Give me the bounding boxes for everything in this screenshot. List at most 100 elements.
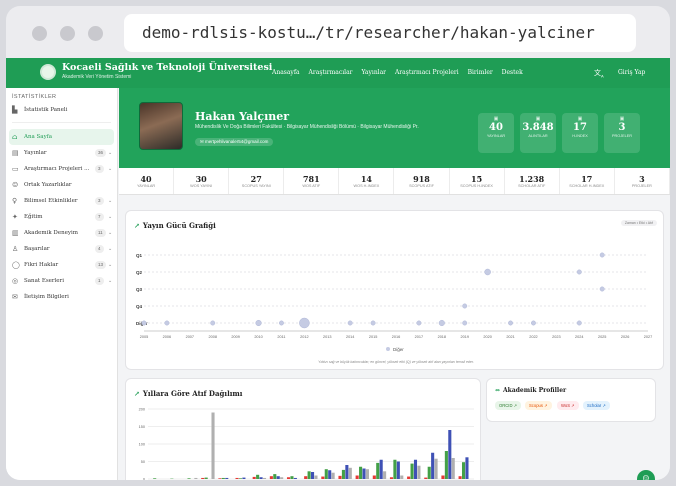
- bar[interactable]: [273, 474, 277, 479]
- sidebar-item-3[interactable]: ☺ Ortak Yazarlıklar: [6, 177, 117, 193]
- chevron-down-icon[interactable]: ⌄: [108, 145, 112, 161]
- bar[interactable]: [259, 477, 263, 479]
- nav-destek[interactable]: Destek: [502, 69, 523, 76]
- chevron-down-icon[interactable]: ⌄: [108, 225, 112, 241]
- profile-link-2[interactable]: WoS ↗: [557, 401, 579, 410]
- bar[interactable]: [417, 465, 421, 479]
- window-minimize-button[interactable]: [60, 26, 75, 41]
- bar[interactable]: [211, 412, 215, 480]
- bar[interactable]: [362, 468, 366, 480]
- data-point[interactable]: [484, 268, 491, 276]
- data-point[interactable]: [299, 317, 310, 329]
- nav-birimler[interactable]: Birimler: [468, 69, 493, 76]
- sidebar-item-5[interactable]: ✦ Eğitim 7 ⌄: [6, 209, 117, 225]
- bar[interactable]: [379, 459, 383, 479]
- sidebar-item-1[interactable]: ▤ Yayınlar 36 ⌄: [6, 145, 117, 161]
- bar[interactable]: [341, 469, 345, 479]
- data-point[interactable]: [599, 286, 605, 292]
- bar[interactable]: [290, 476, 294, 479]
- bar[interactable]: [389, 477, 394, 479]
- bar[interactable]: [458, 476, 462, 479]
- bar[interactable]: [286, 477, 291, 479]
- window-maximize-button[interactable]: [88, 26, 103, 41]
- bar[interactable]: [444, 451, 448, 479]
- university-logo[interactable]: [40, 64, 56, 80]
- bar[interactable]: [280, 477, 284, 479]
- bar[interactable]: [393, 459, 397, 479]
- bar[interactable]: [345, 465, 349, 479]
- nav-arastirmaci-projeleri[interactable]: Araştırmacı Projeleri: [395, 69, 459, 76]
- data-point[interactable]: [599, 252, 605, 258]
- bar[interactable]: [314, 475, 318, 480]
- bar[interactable]: [238, 478, 243, 479]
- bar[interactable]: [194, 477, 198, 479]
- bar[interactable]: [396, 461, 400, 480]
- bar[interactable]: [304, 476, 308, 479]
- data-point[interactable]: [462, 303, 468, 309]
- sidebar-item-0[interactable]: ⌂ Ana Sayfa: [9, 129, 114, 145]
- bar[interactable]: [311, 472, 315, 479]
- address-bar[interactable]: demo-rdlsis-kostu…/tr/researcher/hakan-y…: [124, 14, 636, 52]
- sidebar-item-4[interactable]: ♀ Bilimsel Etkinlikler 3 ⌄: [6, 193, 117, 209]
- bar[interactable]: [424, 477, 428, 479]
- bar[interactable]: [262, 477, 267, 479]
- bar[interactable]: [372, 475, 376, 480]
- login-button[interactable]: Giriş Yap: [618, 69, 645, 76]
- chevron-down-icon[interactable]: ⌄: [108, 161, 112, 177]
- bar[interactable]: [441, 475, 445, 480]
- sidebar-item-8[interactable]: ◯ Fikri Haklar 13 ⌄: [6, 257, 117, 273]
- data-point[interactable]: [508, 320, 513, 326]
- bar[interactable]: [383, 471, 387, 479]
- bar[interactable]: [187, 478, 191, 479]
- bar[interactable]: [461, 462, 466, 479]
- bar[interactable]: [355, 475, 359, 480]
- bar[interactable]: [427, 466, 431, 479]
- data-point[interactable]: [416, 320, 422, 326]
- bar[interactable]: [331, 472, 335, 479]
- bar[interactable]: [410, 463, 414, 479]
- bar[interactable]: [153, 478, 157, 479]
- bar[interactable]: [359, 466, 363, 479]
- bar[interactable]: [431, 452, 435, 479]
- profile-link-1[interactable]: Scopus ↗: [525, 401, 552, 410]
- data-point[interactable]: [141, 320, 147, 326]
- email-chip[interactable]: ✉ mertpehlivanaler54@gmail.com: [195, 138, 274, 146]
- bar[interactable]: [235, 477, 239, 479]
- bar[interactable]: [434, 458, 438, 479]
- data-point[interactable]: [576, 269, 582, 275]
- bar[interactable]: [400, 475, 404, 480]
- bar[interactable]: [451, 458, 455, 479]
- bar[interactable]: [204, 477, 208, 479]
- chevron-down-icon[interactable]: ⌄: [108, 209, 112, 225]
- bar[interactable]: [348, 467, 352, 479]
- sidebar-item-6[interactable]: ▥ Akademik Deneyim 11 ⌄: [6, 225, 117, 241]
- data-point[interactable]: [210, 320, 216, 326]
- bar[interactable]: [269, 476, 273, 479]
- data-point[interactable]: [347, 320, 353, 326]
- sidebar-item-2[interactable]: ▭ Araştırmacı Projeleri ... 3 ⌄: [6, 161, 117, 177]
- data-point[interactable]: [438, 319, 445, 327]
- bar[interactable]: [256, 474, 260, 479]
- bar[interactable]: [225, 477, 229, 479]
- chevron-down-icon[interactable]: ⌄: [108, 273, 112, 289]
- data-point[interactable]: [255, 319, 262, 327]
- sidebar-item-9[interactable]: ◎ Sanat Eserleri 1 ⌄: [6, 273, 117, 289]
- nav-arastirmacilar[interactable]: Araştırmacılar: [309, 69, 353, 76]
- chevron-down-icon[interactable]: ⌄: [108, 257, 112, 273]
- bar[interactable]: [407, 476, 411, 479]
- sidebar-item-10[interactable]: ✉ İletişim Bilgileri: [6, 289, 117, 305]
- bar[interactable]: [324, 469, 328, 479]
- bar[interactable]: [328, 470, 332, 479]
- bar[interactable]: [376, 462, 380, 479]
- bar[interactable]: [338, 475, 342, 479]
- bar[interactable]: [321, 476, 325, 479]
- bar[interactable]: [276, 476, 280, 479]
- bar[interactable]: [448, 430, 452, 479]
- data-point[interactable]: [279, 320, 284, 326]
- data-point[interactable]: [370, 320, 376, 326]
- bar[interactable]: [293, 477, 297, 479]
- profile-link-3[interactable]: Scholar ↗: [583, 401, 610, 410]
- profile-link-0[interactable]: ORCID ↗: [495, 401, 522, 410]
- data-point[interactable]: [462, 320, 468, 326]
- bar[interactable]: [365, 469, 369, 479]
